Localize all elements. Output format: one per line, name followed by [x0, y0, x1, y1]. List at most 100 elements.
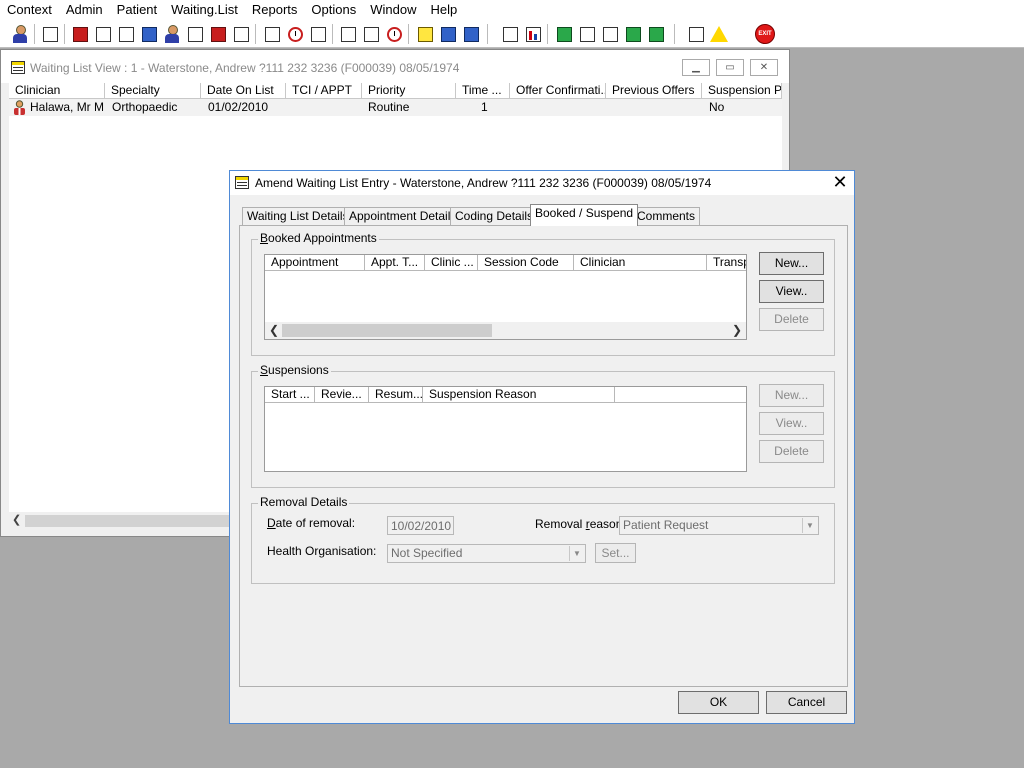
scrollbar-thumb[interactable] — [282, 324, 492, 337]
column-header-previous-offers[interactable]: Previous Offers — [606, 83, 702, 99]
exit-button[interactable]: EXIT — [755, 23, 775, 45]
suspensions-list[interactable]: Start ... Revie... Resum... Suspension R… — [264, 386, 747, 472]
flag-icon — [210, 26, 226, 42]
column-header-clinician[interactable]: Clinician — [574, 255, 707, 271]
toolbar-button-14[interactable] — [438, 23, 458, 45]
toolbar-separator — [547, 24, 548, 44]
toolbar-button-8[interactable] — [231, 23, 251, 45]
removal-reason-dropdown[interactable]: Patient Request ▼ — [619, 516, 819, 535]
bar-chart-icon — [525, 26, 541, 42]
scroll-left-icon[interactable]: ❮ — [12, 513, 21, 526]
column-header-time[interactable]: Time ... — [456, 83, 510, 99]
scrollbar-thumb[interactable] — [25, 515, 237, 527]
toolbar-button-7[interactable] — [208, 23, 228, 45]
tab-waiting-list-details[interactable]: Waiting List Details — [242, 207, 354, 226]
toolbar-button-16[interactable] — [500, 23, 520, 45]
menu-help[interactable]: Help — [423, 0, 464, 20]
tab-booked-suspend[interactable]: Booked / Suspend — [530, 204, 639, 226]
column-header-session-code[interactable]: Session Code — [478, 255, 574, 271]
toolbar-button-10[interactable] — [308, 23, 328, 45]
menu-admin[interactable]: Admin — [59, 0, 110, 20]
globe-icon — [556, 26, 572, 42]
horizontal-scrollbar[interactable]: ❮ — [9, 512, 237, 530]
column-header-review[interactable]: Revie... — [315, 387, 369, 403]
removal-reason-value: Patient Request — [623, 518, 709, 532]
toolbar-button-2[interactable] — [93, 23, 113, 45]
toolbar-button-13[interactable] — [384, 23, 404, 45]
menu-waiting-list[interactable]: Waiting.List — [164, 0, 245, 20]
toolbar-button-12[interactable] — [361, 23, 381, 45]
waiting-list-button[interactable] — [415, 23, 435, 45]
tab-coding-details[interactable]: Coding Details — [450, 207, 539, 226]
booked-appointments-group: Booked Appointments Appointment Appt. T.… — [251, 231, 835, 356]
close-icon[interactable]: ✕ — [828, 171, 852, 193]
waiting-list-view-titlebar: Waiting List View : 1 - Waterstone, Andr… — [1, 50, 789, 83]
toolbar-button-6[interactable] — [185, 23, 205, 45]
suspension-delete-button[interactable]: Delete — [759, 440, 824, 463]
menu-reports[interactable]: Reports — [245, 0, 305, 20]
column-header-date-on-list[interactable]: Date On List — [201, 83, 286, 99]
clock-button[interactable] — [285, 23, 305, 45]
minimize-button[interactable]: ▁ — [682, 59, 710, 76]
column-header-offer-confirmation[interactable]: Offer Confirmati... — [510, 83, 606, 99]
column-header-appointment[interactable]: Appointment — [265, 255, 365, 271]
column-header-appt-type[interactable]: Appt. T... — [365, 255, 425, 271]
toolbar-button-11[interactable] — [338, 23, 358, 45]
column-header-suspension-period[interactable]: Suspension Pe — [702, 83, 782, 99]
booked-new-button[interactable]: New... — [759, 252, 824, 275]
toolbar-button-20[interactable] — [623, 23, 643, 45]
chevron-down-icon[interactable]: ▼ — [802, 518, 817, 533]
column-header-clinic[interactable]: Clinic ... — [425, 255, 478, 271]
booked-view-button[interactable]: View.. — [759, 280, 824, 303]
toolbar-button-9[interactable] — [262, 23, 282, 45]
chevron-down-icon[interactable]: ▼ — [569, 546, 584, 561]
suspension-view-button[interactable]: View.. — [759, 412, 824, 435]
toolbar-button-15[interactable] — [461, 23, 481, 45]
print-button[interactable] — [40, 23, 60, 45]
alert-button[interactable] — [709, 23, 729, 45]
tab-appointment-details[interactable]: Appointment Details — [344, 207, 462, 226]
suspension-new-button[interactable]: New... — [759, 384, 824, 407]
column-header-priority[interactable]: Priority — [362, 83, 456, 99]
ok-button[interactable]: OK — [678, 691, 759, 714]
toolbar-button-5[interactable] — [162, 23, 182, 45]
column-header-extra[interactable] — [615, 387, 746, 403]
health-organisation-dropdown[interactable]: Not Specified ▼ — [387, 544, 586, 563]
toolbar-button-3[interactable] — [116, 23, 136, 45]
column-header-transport[interactable]: Transp — [707, 255, 746, 271]
column-header-resume[interactable]: Resum... — [369, 387, 423, 403]
column-header-suspension-reason[interactable]: Suspension Reason — [423, 387, 615, 403]
scroll-left-icon[interactable]: ❮ — [269, 323, 279, 337]
schedule-icon — [386, 26, 402, 42]
menu-patient[interactable]: Patient — [110, 0, 164, 20]
date-of-removal-field[interactable] — [387, 516, 454, 535]
patient-search-button[interactable] — [10, 23, 30, 45]
menu-window[interactable]: Window — [363, 0, 423, 20]
toolbar-button-17[interactable] — [554, 23, 574, 45]
booked-delete-button[interactable]: Delete — [759, 308, 824, 331]
set-organisation-button[interactable]: Set... — [595, 543, 636, 563]
column-header-tci-appt[interactable]: TCI / APPT — [286, 83, 362, 99]
toolbar-button-4[interactable] — [139, 23, 159, 45]
table-row[interactable]: Halawa, Mr M Orthopaedic 01/02/2010 Rout… — [9, 99, 782, 116]
column-header-clinician[interactable]: Clinician — [9, 83, 105, 99]
statistics-button[interactable] — [523, 23, 543, 45]
tab-panel-booked-suspend: Booked Appointments Appointment Appt. T.… — [239, 225, 848, 687]
toolbar-button-18[interactable] — [577, 23, 597, 45]
horizontal-scrollbar[interactable]: ❮ ❯ — [265, 322, 746, 339]
menu-options[interactable]: Options — [304, 0, 363, 20]
booked-appointments-list[interactable]: Appointment Appt. T... Clinic ... Sessio… — [264, 254, 747, 340]
close-window-button[interactable]: ✕ — [750, 59, 778, 76]
tab-comments[interactable]: Comments — [632, 207, 701, 226]
toolbar-button-1[interactable] — [70, 23, 90, 45]
toolbar-button-19[interactable] — [600, 23, 620, 45]
menu-context[interactable]: Context — [0, 0, 59, 20]
cancel-button[interactable]: Cancel — [766, 691, 847, 714]
scroll-right-icon[interactable]: ❯ — [732, 323, 742, 337]
maximize-button[interactable]: ▭ — [716, 59, 744, 76]
column-header-start[interactable]: Start ... — [265, 387, 315, 403]
swap-button[interactable] — [686, 23, 706, 45]
toolbar-button-21[interactable] — [646, 23, 666, 45]
column-header-specialty[interactable]: Specialty — [105, 83, 201, 99]
waiting-list-view-title: Waiting List View : 1 - Waterstone, Andr… — [30, 61, 460, 75]
